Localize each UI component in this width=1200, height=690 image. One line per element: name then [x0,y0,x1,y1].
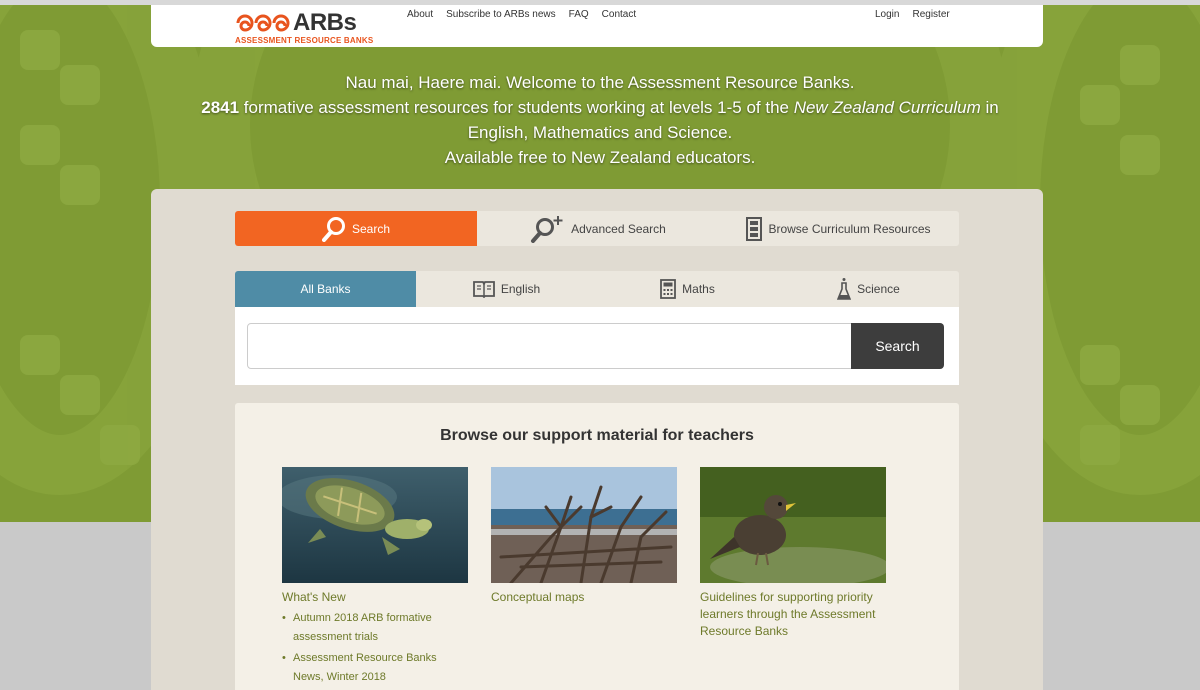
tab-search-label: Search [351,221,391,236]
hero-text: Nau mai, Haere mai. Welcome to the Asses… [0,70,1200,170]
card-priority-learners-title[interactable]: Guidelines for supporting priority learn… [700,589,886,640]
support-material-section: Browse our support material for teachers [235,403,959,690]
flask-icon [837,278,852,300]
nav-contact[interactable]: Contact [602,9,636,20]
search-mode-tabs: Search Advanced Search Browse Curriculum… [235,211,959,246]
tab-search[interactable]: Search [235,211,477,246]
nav-faq[interactable]: FAQ [569,9,589,20]
tab-maths-label: Maths [682,282,715,296]
arbs-logo[interactable]: ARBs ASSESSMENT RESOURCE BANKS [235,9,385,45]
card-whats-new: What's New Autumn 2018 ARB formative ass… [282,467,468,689]
top-nav: About Subscribe to ARBs news FAQ Contact [407,9,649,20]
search-input[interactable] [247,323,853,369]
calculator-icon [660,279,677,299]
tab-advanced-search-label: Advanced Search [571,221,666,236]
curriculum-name: New Zealand Curriculum [793,98,981,117]
book-icon [472,281,495,298]
card-priority-learners: Guidelines for supporting priority learn… [700,467,886,640]
nav-subscribe[interactable]: Subscribe to ARBs news [446,9,556,20]
list-item[interactable]: Autumn 2018 ARB formative assessment tri… [282,609,468,647]
login-link[interactable]: Login [875,9,899,20]
hero-subjects: English, Mathematics and Science. [467,123,733,142]
turtle-image[interactable] [282,467,468,583]
tab-english-label: English [500,282,541,296]
card-conceptual-maps: Conceptual maps [491,467,677,606]
nav-about[interactable]: About [407,9,433,20]
main-panel: Search Advanced Search Browse Curriculum… [151,189,1043,690]
bird-image[interactable] [700,467,886,583]
hero-line2c: in [980,98,999,117]
hero-welcome: Nau mai, Haere mai. Welcome to the Asses… [345,73,855,92]
logo-subtitle: ASSESSMENT RESOURCE BANKS [235,36,374,45]
list-item[interactable]: Assessment Resource Banks News, Winter 2… [282,649,468,687]
search-area: Search [235,307,959,385]
spiral-logo-icon [236,14,290,32]
hero-line2a: formative assessment resources for stude… [239,98,794,117]
account-nav: Login Register [875,9,963,20]
driftwood-image[interactable] [491,467,677,583]
advanced-search-icon [531,215,563,243]
cabinet-icon [746,216,763,241]
search-button[interactable]: Search [851,323,944,369]
tab-browse-curriculum[interactable]: Browse Curriculum Resources [718,211,959,246]
card-whats-new-title[interactable]: What's New [282,589,468,606]
magnifier-icon [321,216,345,242]
logo-text: ARBs [293,9,357,36]
card-conceptual-maps-title[interactable]: Conceptual maps [491,589,677,606]
register-link[interactable]: Register [912,9,949,20]
whats-new-list: Autumn 2018 ARB formative assessment tri… [282,609,468,687]
tab-advanced-search[interactable]: Advanced Search [477,211,718,246]
tab-science[interactable]: Science [778,271,959,307]
support-heading: Browse our support material for teachers [440,427,754,444]
tab-english[interactable]: English [416,271,597,307]
tab-maths[interactable]: Maths [597,271,778,307]
tab-browse-curriculum-label: Browse Curriculum Resources [768,221,931,236]
site-header: ARBs ASSESSMENT RESOURCE BANKS About Sub… [151,5,1043,47]
resource-count: 2841 [201,98,240,117]
hero-count-line: 2841 formative assessment resources for … [0,95,1200,120]
bank-filter-tabs: All Banks English Maths Science [235,271,959,307]
tab-science-label: Science [857,282,900,296]
hero-availability: Available free to New Zealand educators. [444,148,756,167]
tab-all-banks[interactable]: All Banks [235,271,416,307]
tab-all-banks-label: All Banks [300,282,351,296]
